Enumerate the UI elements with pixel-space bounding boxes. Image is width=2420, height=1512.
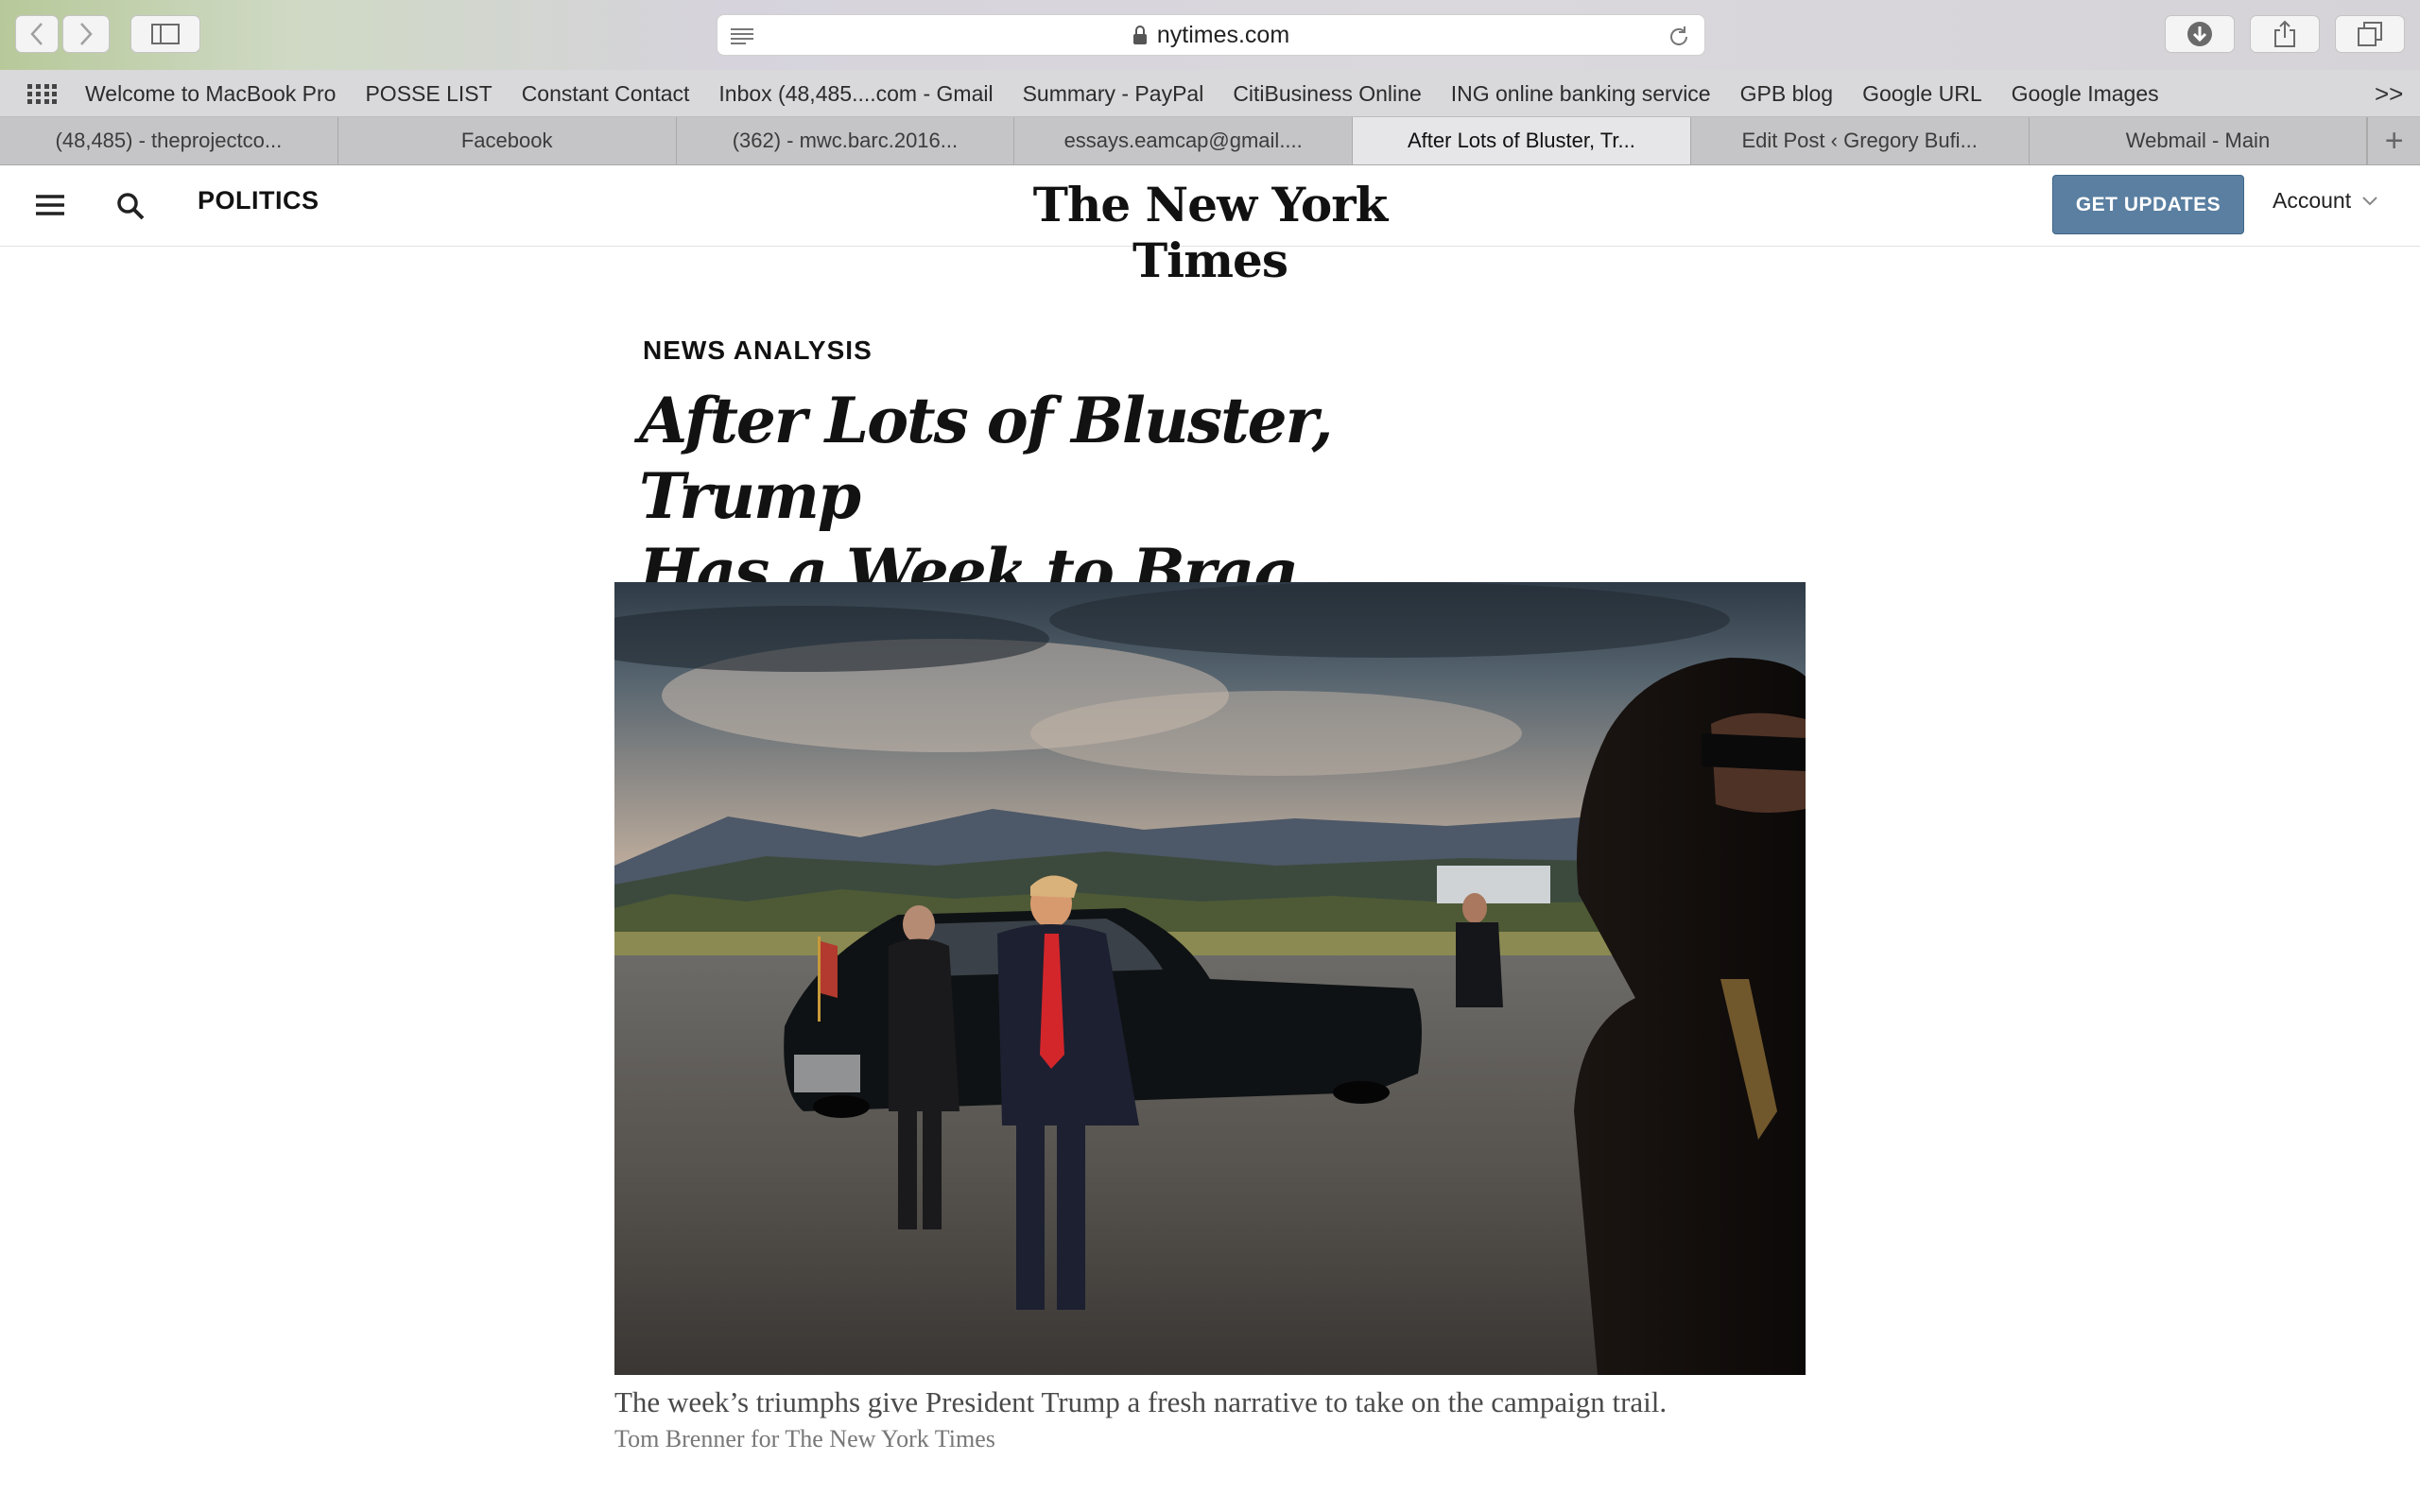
tab-item-active[interactable]: After Lots of Bluster, Tr...	[1353, 117, 1691, 164]
tabs-icon	[2358, 22, 2382, 46]
get-updates-button[interactable]: GET UPDATES	[2052, 175, 2244, 234]
article-kicker: NEWS ANALYSIS	[643, 335, 873, 365]
section-link[interactable]: POLITICS	[198, 186, 320, 215]
tab-item[interactable]: Edit Post ‹ Gregory Bufi...	[1691, 117, 2030, 164]
forward-button[interactable]	[62, 15, 110, 53]
lock-icon	[1132, 26, 1147, 44]
tab-item[interactable]: (362) - mwc.barc.2016...	[677, 117, 1015, 164]
site-header: POLITICS The New York Times GET UPDATES …	[0, 165, 2420, 288]
tab-bar: (48,485) - theprojectco... Facebook (362…	[0, 117, 2420, 165]
bookmark-item[interactable]: Welcome to MacBook Pro	[85, 81, 336, 107]
bookmark-item[interactable]: CitiBusiness Online	[1233, 81, 1421, 107]
share-icon	[2274, 20, 2295, 47]
chevron-down-icon	[2362, 196, 2377, 205]
bookmark-item[interactable]: Inbox (48,485....com - Gmail	[718, 81, 993, 107]
bookmark-item[interactable]: ING online banking service	[1451, 81, 1711, 107]
search-icon[interactable]	[115, 191, 146, 221]
sidebar-button[interactable]	[130, 15, 200, 53]
account-label: Account	[2273, 188, 2352, 213]
bookmark-item[interactable]: POSSE LIST	[365, 81, 492, 107]
tab-overview-button[interactable]	[2335, 15, 2405, 53]
menu-icon[interactable]	[36, 194, 64, 216]
tab-item[interactable]: Facebook	[338, 117, 677, 164]
tab-item[interactable]: essays.eamcap@gmail....	[1014, 117, 1354, 164]
share-button[interactable]	[2250, 15, 2320, 53]
back-button[interactable]	[15, 15, 59, 53]
browser-toolbar: nytimes.com	[0, 0, 2420, 70]
tab-item[interactable]: (48,485) - theprojectco...	[0, 117, 338, 164]
bookmark-item[interactable]: GPB blog	[1740, 81, 1833, 107]
grid-icon[interactable]	[26, 83, 57, 104]
chevron-right-icon	[80, 23, 93, 45]
account-menu[interactable]: Account	[2273, 188, 2377, 214]
address-bar[interactable]: nytimes.com	[717, 14, 1705, 56]
bookmark-item[interactable]: Summary - PayPal	[1023, 81, 1204, 107]
bookmarks-bar: Welcome to MacBook Pro POSSE LIST Consta…	[0, 70, 2420, 117]
photo-caption: The week’s triumphs give President Trump…	[614, 1385, 1668, 1418]
headline-line: After Lots of Bluster, Trump	[639, 384, 1334, 533]
article-photo	[614, 582, 1806, 1375]
new-tab-button[interactable]: +	[2367, 117, 2420, 164]
bookmarks-overflow-button[interactable]: >>	[2375, 79, 2403, 109]
download-icon	[2187, 22, 2212, 46]
downloads-button[interactable]	[2165, 15, 2235, 53]
bookmark-item[interactable]: Google Images	[2012, 81, 2159, 107]
nyt-logo[interactable]: The New York Times	[983, 177, 1437, 288]
reload-icon[interactable]	[1667, 25, 1691, 49]
sidebar-icon	[151, 24, 180, 44]
tab-item[interactable]: Webmail - Main	[2030, 117, 2368, 164]
reader-icon[interactable]	[729, 26, 755, 45]
chevron-left-icon	[30, 23, 43, 45]
photo-credit: Tom Brenner for The New York Times	[614, 1425, 995, 1452]
url-text: nytimes.com	[1156, 21, 1290, 48]
bookmark-list: Welcome to MacBook Pro POSSE LIST Consta…	[85, 70, 2188, 117]
bookmark-item[interactable]: Constant Contact	[522, 81, 690, 107]
bookmark-item[interactable]: Google URL	[1862, 81, 1982, 107]
